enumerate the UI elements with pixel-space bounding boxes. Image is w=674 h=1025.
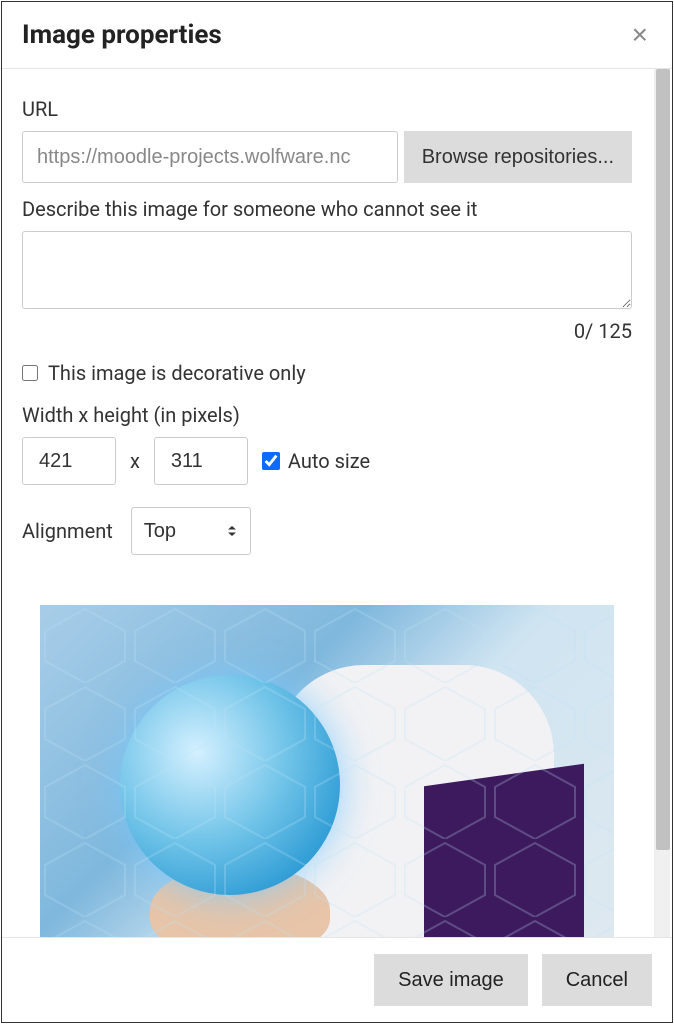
browse-repositories-button[interactable]: Browse repositories...: [404, 131, 632, 183]
describe-label: Describe this image for someone who cann…: [22, 197, 632, 221]
image-preview: [40, 605, 614, 937]
size-label: Width x height (in pixels): [22, 403, 632, 427]
url-label: URL: [22, 97, 632, 121]
width-input[interactable]: [22, 437, 116, 485]
auto-size-label: Auto size: [288, 449, 370, 473]
dialog-footer: Save image Cancel: [2, 937, 672, 1022]
size-row: x Auto size: [22, 437, 632, 485]
dialog-header: Image properties ×: [2, 2, 672, 69]
char-counter: 0/ 125: [22, 319, 632, 343]
scroll-thumb[interactable]: [656, 69, 670, 850]
decorative-label: This image is decorative only: [48, 361, 306, 385]
height-input[interactable]: [154, 437, 248, 485]
alignment-label: Alignment: [22, 519, 113, 543]
url-row: Browse repositories...: [22, 131, 632, 183]
decorative-row: This image is decorative only: [22, 361, 632, 385]
dialog-title: Image properties: [22, 20, 222, 50]
close-icon[interactable]: ×: [628, 21, 652, 49]
decorative-checkbox[interactable]: [22, 365, 38, 381]
x-separator: x: [130, 449, 140, 473]
save-image-button[interactable]: Save image: [374, 954, 528, 1006]
alignment-select[interactable]: Top: [131, 507, 251, 555]
alignment-row: Alignment Top: [22, 507, 632, 555]
scrollbar[interactable]: [654, 69, 670, 937]
auto-size-checkbox[interactable]: [262, 452, 280, 470]
cancel-button[interactable]: Cancel: [542, 954, 652, 1006]
dialog-body: URL Browse repositories... Describe this…: [2, 69, 672, 937]
description-textarea[interactable]: [22, 231, 632, 309]
image-properties-dialog: Image properties × URL Browse repositori…: [1, 1, 673, 1023]
url-input[interactable]: [22, 131, 398, 183]
hexagon-pattern: [40, 605, 614, 937]
